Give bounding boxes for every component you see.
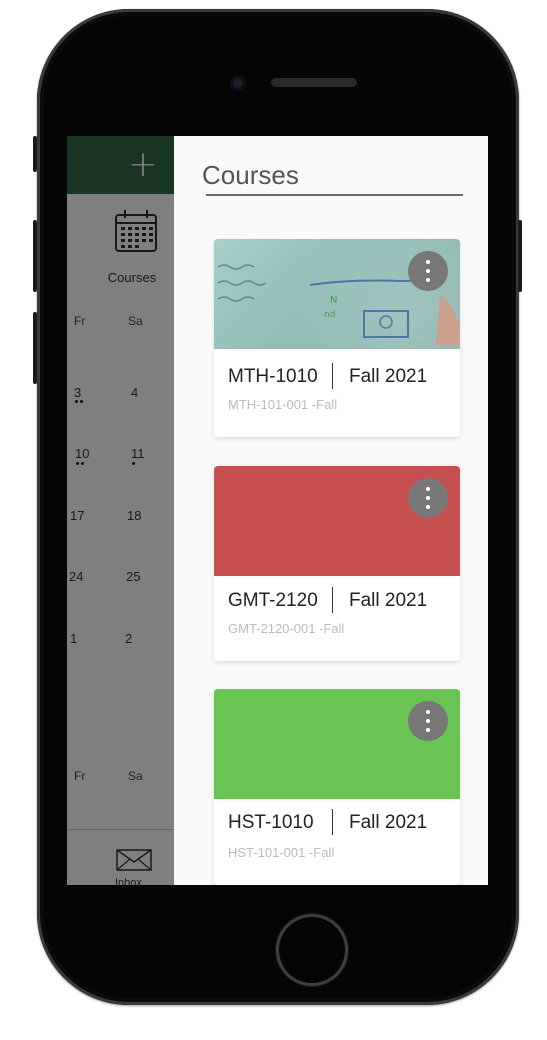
more-vert-icon[interactable] (408, 478, 448, 518)
course-banner-image: N nd (214, 239, 460, 349)
course-section: HST-101-001 -Fall (228, 845, 335, 860)
course-term: Fall 2021 (349, 590, 428, 611)
course-card[interactable]: N nd MTH-1010 Fall 2021 MTH-101-001 -Fal… (214, 239, 460, 437)
volume-up-button (33, 220, 37, 292)
course-term: Fall 2021 (349, 366, 428, 387)
screen: + Courses Fr Sa 3 4 10 11 17 18 24 (67, 136, 488, 885)
svg-text:N: N (330, 295, 337, 306)
course-code: GMT-2120 (228, 590, 318, 611)
course-banner (214, 689, 460, 799)
earpiece-speaker (271, 78, 357, 87)
course-banner (214, 466, 460, 576)
more-vert-icon[interactable] (408, 251, 448, 291)
power-button (518, 220, 522, 292)
drawer-title: Courses (202, 160, 299, 190)
course-code: HST-1010 (228, 812, 314, 833)
course-term: Fall 2021 (349, 812, 428, 833)
home-button[interactable] (276, 914, 348, 986)
title-underline (206, 194, 463, 196)
course-section: MTH-101-001 -Fall (228, 397, 338, 412)
code-term-divider (332, 587, 333, 613)
drawer-scrim[interactable] (67, 136, 174, 885)
course-card[interactable]: HST-1010 Fall 2021 HST-101-001 -Fall (214, 689, 460, 885)
courses-drawer: Courses N nd MTH-1010 Fall 2021 MTH-101-… (174, 136, 488, 885)
course-card[interactable]: GMT-2120 Fall 2021 GMT-2120-001 -Fall (214, 466, 460, 661)
front-camera (230, 75, 246, 91)
volume-down-button (33, 312, 37, 384)
svg-text:nd: nd (324, 310, 335, 320)
mute-switch (33, 136, 37, 172)
course-code: MTH-1010 (228, 366, 318, 387)
more-vert-icon[interactable] (408, 701, 448, 741)
code-term-divider (332, 809, 333, 835)
code-term-divider (332, 363, 333, 389)
course-section: GMT-2120-001 -Fall (228, 621, 345, 636)
